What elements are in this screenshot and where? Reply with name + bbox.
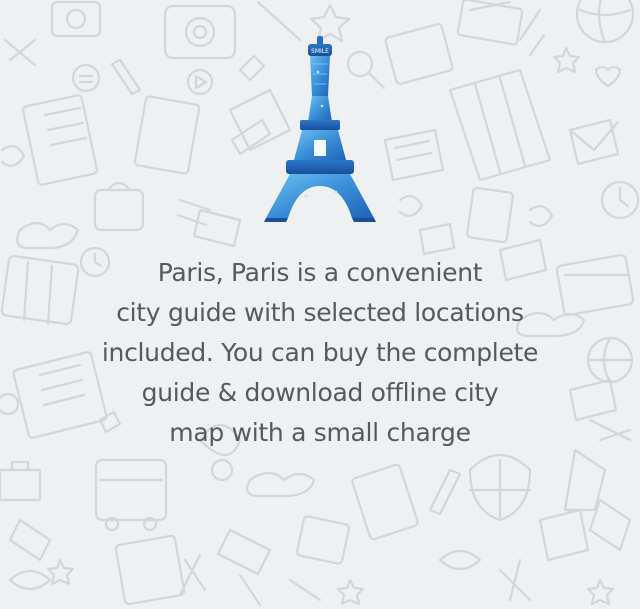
cloud-doodle-icon bbox=[15, 221, 80, 250]
eiffel-tower-icon: SMILE bbox=[264, 36, 376, 222]
pencil-doodle-icon bbox=[110, 58, 142, 96]
bus-doodle-icon bbox=[94, 458, 168, 522]
postcard-doodle-icon bbox=[538, 508, 590, 562]
intro-description: Paris, Paris is a convenient city guide … bbox=[101, 258, 539, 447]
envelope-doodle-icon bbox=[8, 518, 52, 562]
coin-doodle-icon bbox=[71, 63, 101, 93]
wallet-doodle-icon bbox=[384, 23, 454, 85]
eiffel-tower-logo: SMILE bbox=[262, 36, 378, 222]
bottle-doodle-icon bbox=[466, 186, 514, 244]
star-doodle-icon bbox=[46, 558, 75, 586]
book-doodle-icon bbox=[21, 94, 99, 186]
phone-doodle-icon bbox=[351, 463, 419, 541]
pen-doodle-icon bbox=[256, 0, 302, 42]
bag-doodle-icon bbox=[93, 188, 145, 232]
cloud-doodle-icon bbox=[246, 471, 316, 498]
camera-doodle-icon bbox=[50, 0, 102, 38]
pencil-doodle-icon bbox=[428, 468, 462, 516]
phone-doodle-icon bbox=[133, 95, 201, 175]
postcard-doodle-icon bbox=[114, 534, 186, 606]
heart-doodle-icon bbox=[594, 65, 622, 88]
wallet-doodle-icon bbox=[192, 208, 242, 248]
map-doodle-icon bbox=[448, 68, 552, 182]
logo-label: SMILE bbox=[311, 48, 329, 55]
leaf-doodle-icon bbox=[438, 549, 482, 571]
envelope-doodle-icon bbox=[568, 118, 620, 166]
star-doodle-icon bbox=[586, 578, 615, 606]
camera-doodle-icon bbox=[163, 4, 237, 60]
ticket-doodle-icon bbox=[216, 528, 272, 576]
photo-doodle-icon bbox=[295, 515, 351, 565]
suitcase-doodle-icon bbox=[0, 468, 42, 502]
notebook-doodle-icon bbox=[383, 128, 445, 182]
globe-doodle-icon bbox=[575, 0, 635, 44]
